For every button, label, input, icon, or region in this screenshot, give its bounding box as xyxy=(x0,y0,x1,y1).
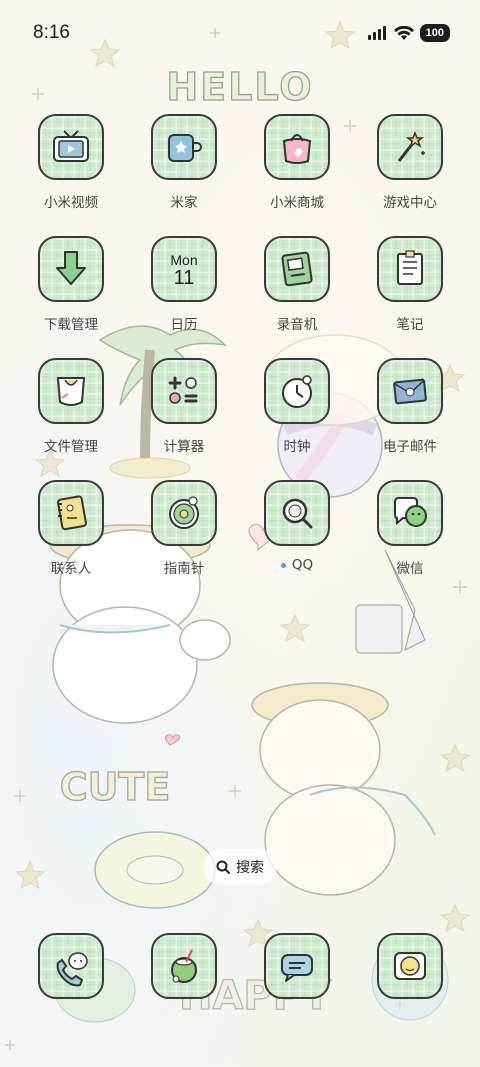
app-label: 游戏中心 xyxy=(383,195,437,211)
app-label: 笔记 xyxy=(396,317,424,333)
notes-icon[interactable] xyxy=(377,236,443,302)
notification-dot xyxy=(280,562,286,568)
dock-messages[interactable] xyxy=(242,933,352,999)
app-mi-store[interactable]: 小米商城 xyxy=(242,114,352,211)
clock-icon[interactable] xyxy=(264,358,330,424)
app-label: 日历 xyxy=(170,317,198,333)
app-calendar[interactable]: Mon 11 日历 xyxy=(129,236,239,333)
status-bar: 8:16 100 xyxy=(0,0,480,64)
app-label: 时钟 xyxy=(283,439,311,455)
download-arrow-icon[interactable] xyxy=(38,236,104,302)
calendar-month: Mon xyxy=(170,252,198,268)
app-label: 下载管理 xyxy=(44,317,98,333)
app-label: 计算器 xyxy=(163,439,205,455)
recorder-icon[interactable] xyxy=(264,236,330,302)
svg-text:HELLO: HELLO xyxy=(166,65,313,109)
app-compass[interactable]: 指南针 xyxy=(129,480,239,577)
calculator-icon[interactable] xyxy=(151,358,217,424)
app-label: 电子邮件 xyxy=(383,439,437,455)
cute-wallpaper-text: CUTE xyxy=(59,764,171,809)
shopping-bag-icon[interactable] xyxy=(264,114,330,180)
app-qq[interactable]: QQ xyxy=(242,480,352,573)
folder-bib-icon[interactable] xyxy=(38,358,104,424)
calendar-icon[interactable]: Mon 11 xyxy=(151,236,217,302)
phone-icon[interactable] xyxy=(38,933,104,999)
svg-text:CUTE: CUTE xyxy=(60,765,171,809)
battery-icon: 100 xyxy=(419,24,450,42)
egg-camera-icon[interactable] xyxy=(377,933,443,999)
app-label: 米家 xyxy=(170,195,198,211)
app-mi-video[interactable]: 小米视频 xyxy=(16,114,126,211)
app-clock[interactable]: 时钟 xyxy=(242,358,352,455)
app-contacts[interactable]: 联系人 xyxy=(16,480,126,577)
app-label: 小米视频 xyxy=(44,195,98,211)
app-wechat[interactable]: 微信 xyxy=(355,480,465,577)
app-calculator[interactable]: 计算器 xyxy=(129,358,239,455)
hello-wallpaper-text: HELLO xyxy=(166,64,313,109)
mail-icon[interactable] xyxy=(377,358,443,424)
calendar-day: 11 xyxy=(173,267,195,289)
coconut-drink-icon[interactable] xyxy=(151,933,217,999)
app-mijia[interactable]: 米家 xyxy=(129,114,239,211)
wifi-icon xyxy=(393,25,414,40)
dock-coconut-app[interactable] xyxy=(129,933,239,999)
app-label: 录音机 xyxy=(276,317,318,333)
status-time: 8:16 xyxy=(33,22,70,43)
app-downloads[interactable]: 下载管理 xyxy=(16,236,126,333)
app-game-center[interactable]: 游戏中心 xyxy=(355,114,465,211)
dock-camera[interactable] xyxy=(355,933,465,999)
mijia-icon[interactable] xyxy=(151,114,217,180)
tv-icon[interactable] xyxy=(38,114,104,180)
search-button[interactable]: 搜索 xyxy=(203,849,277,885)
app-label: 文件管理 xyxy=(44,439,98,455)
search-label: 搜索 xyxy=(236,860,264,876)
app-label: 指南针 xyxy=(163,561,205,577)
app-recorder[interactable]: 录音机 xyxy=(242,236,352,333)
app-email[interactable]: 电子邮件 xyxy=(355,358,465,455)
wechat-icon[interactable] xyxy=(377,480,443,546)
app-label: 联系人 xyxy=(50,561,92,577)
messages-icon[interactable] xyxy=(264,933,330,999)
status-icons: 100 xyxy=(367,24,450,42)
compass-icon[interactable] xyxy=(151,480,217,546)
app-file-manager[interactable]: 文件管理 xyxy=(16,358,126,455)
app-label: QQ xyxy=(280,557,314,573)
app-notes[interactable]: 笔记 xyxy=(355,236,465,333)
search-icon xyxy=(216,860,230,874)
dock-phone[interactable] xyxy=(16,933,126,999)
contacts-book-icon[interactable] xyxy=(38,480,104,546)
app-label: 小米商城 xyxy=(270,195,324,211)
app-label: 微信 xyxy=(396,561,424,577)
app-label-text: QQ xyxy=(291,557,314,573)
qq-icon[interactable] xyxy=(264,480,330,546)
signal-icon xyxy=(367,26,386,40)
magic-wand-icon[interactable] xyxy=(377,114,443,180)
